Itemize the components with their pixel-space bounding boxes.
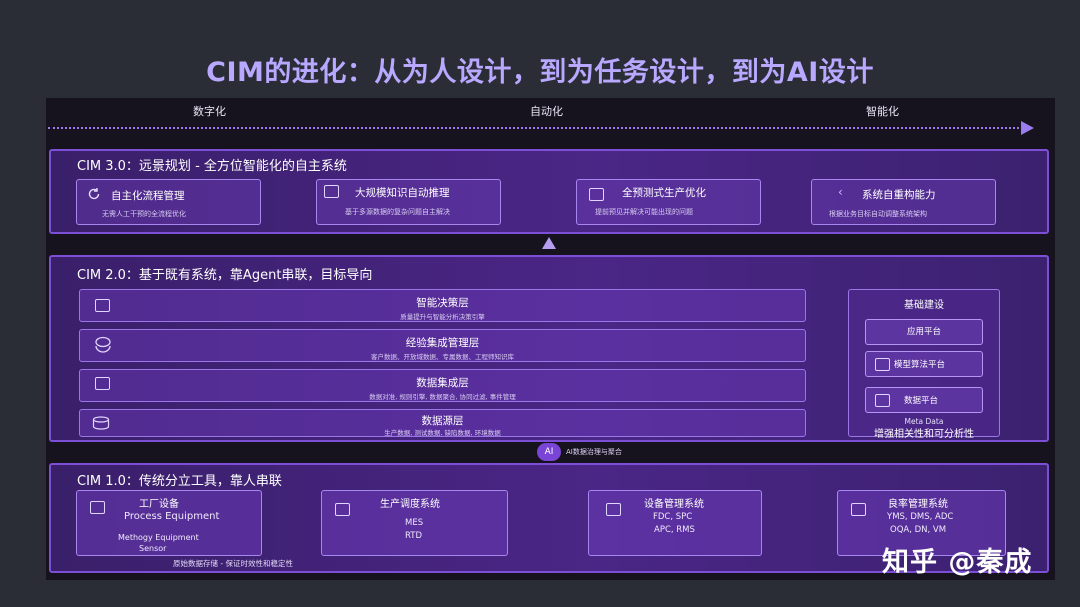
cim3-card-predictive-production: 全预测式生产优化 提前预见并解决可能出现的问题 [576,179,761,225]
page-title: CIM的进化：从为人设计，到为任务设计，到为AI设计 [206,57,874,88]
model-algorithm-platform: 模型算法平台 [865,351,983,377]
row-experience-layer: 经验集成管理层 客户数据、开放域数据、专属数据、工程师知识库 [79,329,806,362]
cim3-card-knowledge-reasoning: 大规模知识自动推理 基于多源数据的复杂问题自主解决 [316,179,501,225]
stage-digital: 数字化 [193,105,226,118]
ai-governance-label: AI数据治理与聚合 [566,448,622,456]
box-factory-equipment: 工厂设备 Process Equipment Methogy Equipment… [76,490,262,556]
watermark: 知乎 @秦成 [882,547,1033,578]
cim3-title: CIM 3.0：远景规划 - 全方位智能化的自主系统 [77,159,347,174]
square-icon [589,188,604,201]
infrastructure-panel: 基础建设 应用平台 模型算法平台 数据平台 Meta Data 增强相关性和可分… [848,289,1000,440]
evolution-arrow-head-icon [1021,121,1034,135]
square-icon [875,358,890,371]
data-platform: 数据平台 [865,387,983,413]
box-equipment-management: 设备管理系统 FDC, SPC APC, RMS [588,490,762,556]
cim3-layer: CIM 3.0：远景规划 - 全方位智能化的自主系统 自主化流程管理 无需人工干… [49,149,1049,234]
row-data-integration-layer: 数据集成层 数据对准, 规则引擎, 数据聚合, 协同过滤, 事件管理 [79,369,806,402]
refresh-icon [88,188,100,200]
cim3-card-self-reconfiguration: ‹ 系统自重构能力 根据业务目标自动调整系统架构 [811,179,996,225]
cim1-footer: 原始数据存储 - 保证时效性和稳定性 [173,559,293,568]
bracket-icon: ‹ [838,185,843,199]
square-icon [335,503,350,516]
row-data-source-layer: 数据源层 生产数据, 测试数据, 缺陷数据, 环境数据 [79,409,806,437]
stage-intelligent: 智能化 [866,105,899,118]
ai-badge: AI [537,443,561,461]
row-decision-layer: 智能决策层 质量提升与智能分析决策引擎 [79,289,806,322]
square-icon [606,503,621,516]
cim2-title: CIM 2.0：基于既有系统，靠Agent串联，目标导向 [77,268,373,283]
box-production-scheduling: 生产调度系统 MES RTD [321,490,508,556]
square-icon [90,501,105,514]
cim2-layer: CIM 2.0：基于既有系统，靠Agent串联，目标导向 智能决策层 质量提升与… [49,255,1049,442]
app-platform: 应用平台 [865,319,983,345]
cim1-title: CIM 1.0：传统分立工具，靠人串联 [77,474,282,489]
stage-automation: 自动化 [530,105,563,118]
evolution-arrow-line [48,127,1023,129]
square-icon [324,185,339,198]
square-icon [875,394,890,407]
infrastructure-footer: 增强相关性和可分析性 [874,429,974,440]
infrastructure-title: 基础建设 [904,300,944,311]
square-icon [851,503,866,516]
diagram-panel: 数字化 自动化 智能化 CIM 3.0：远景规划 - 全方位智能化的自主系统 自… [46,98,1055,580]
cim3-card-autonomous-process: 自主化流程管理 无需人工干预的全流程优化 [76,179,261,225]
up-arrow-icon [542,237,556,249]
